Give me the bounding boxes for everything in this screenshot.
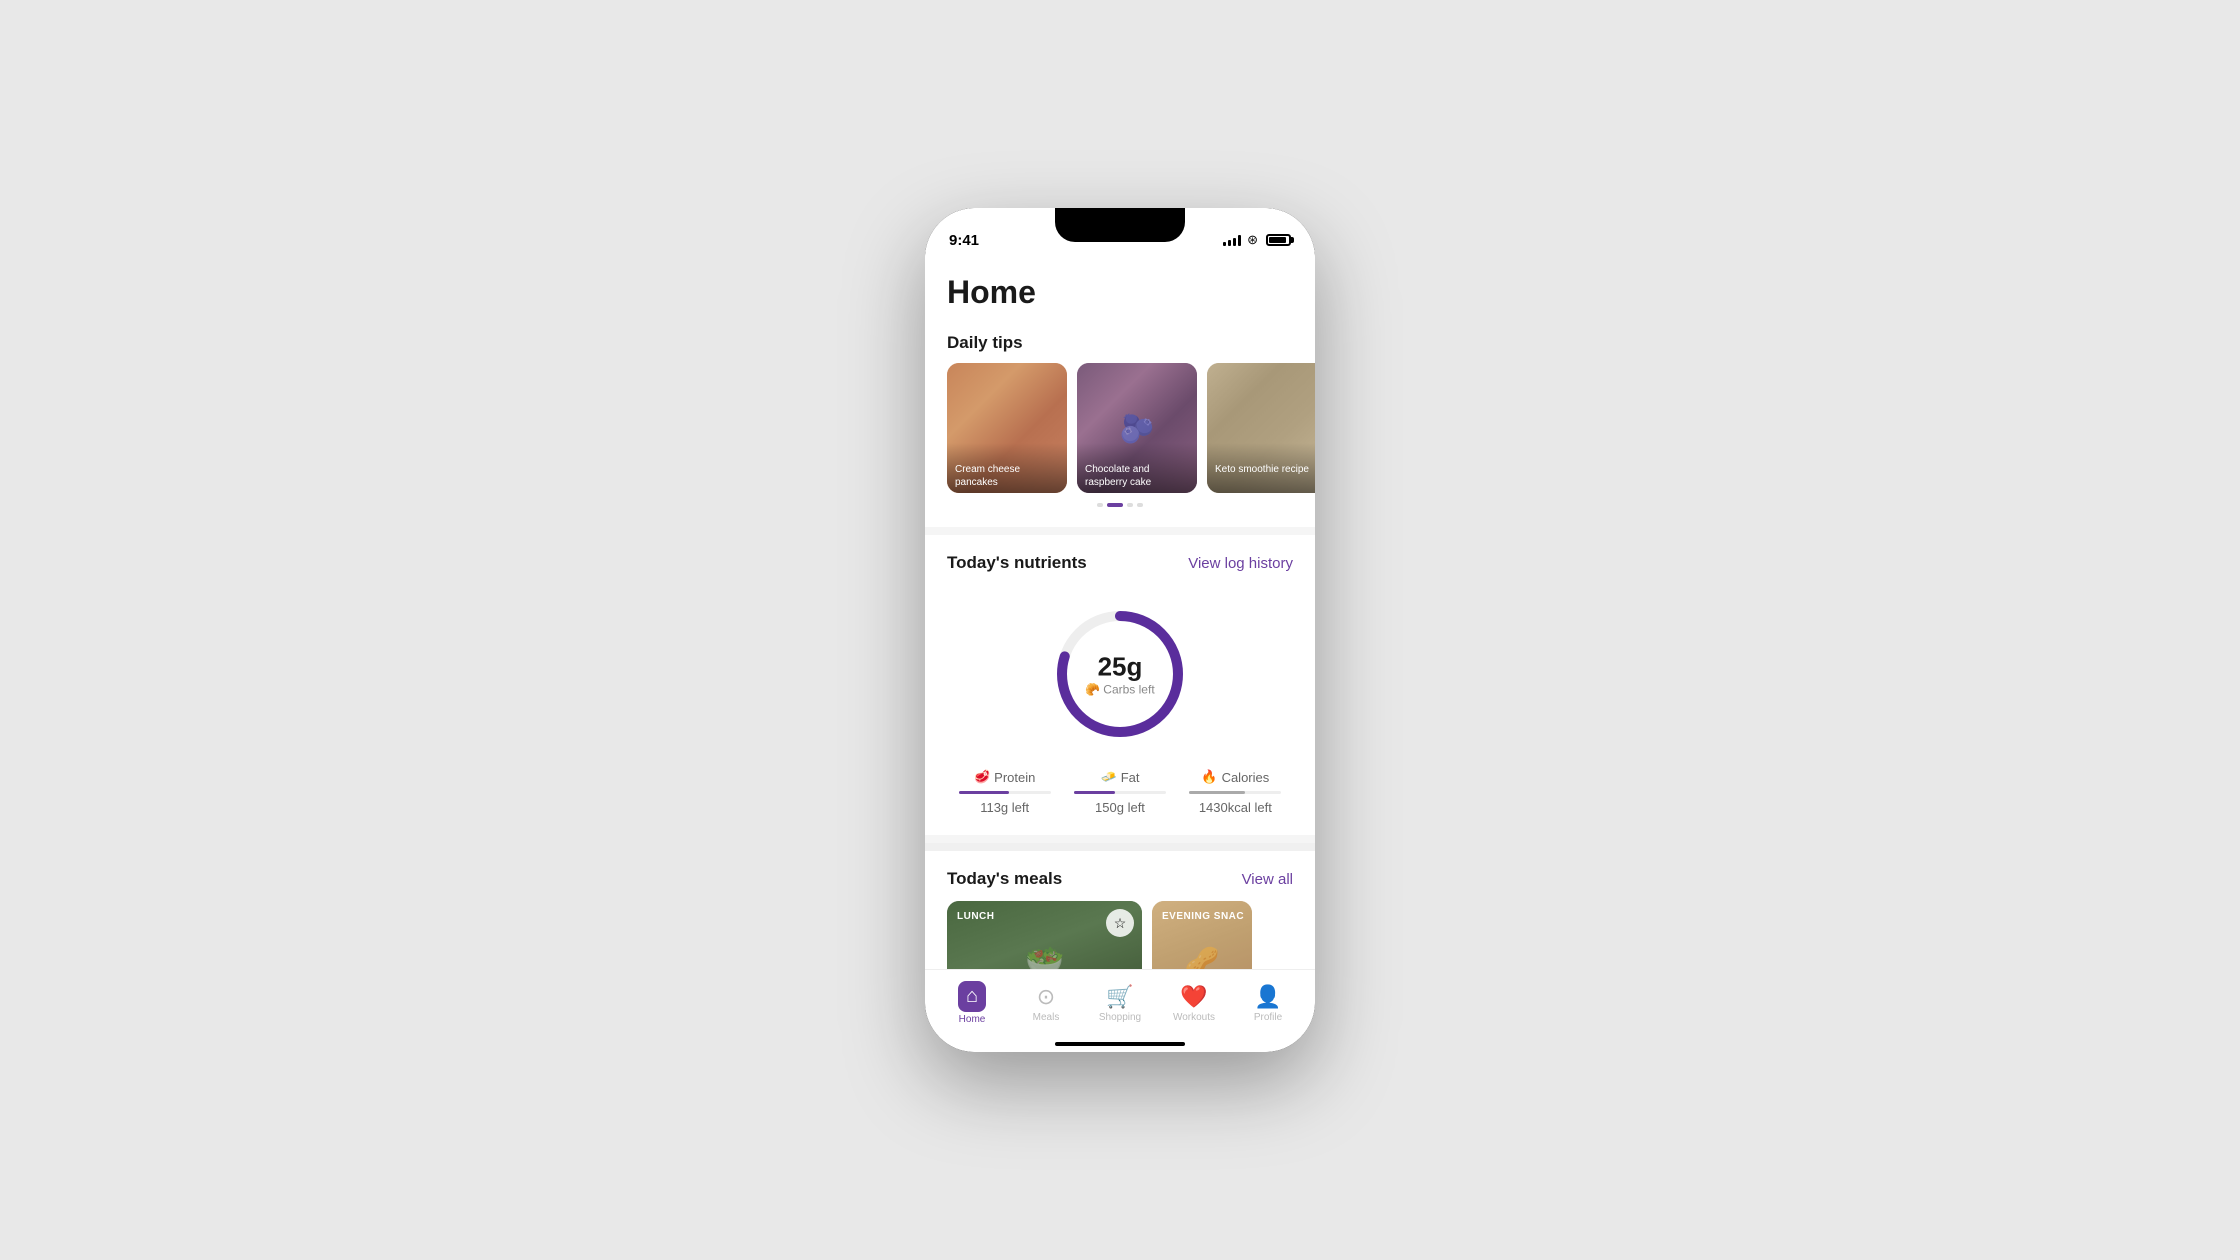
nav-workouts-label: Workouts [1173,1012,1215,1023]
donut-label-emoji: 🥐 [1085,683,1100,697]
nav-meals-label: Meals [1033,1012,1060,1023]
meals-icon: ⊙ [1037,984,1055,1010]
nav-profile-label: Profile [1254,1012,1282,1023]
nutrients-title: Today's nutrients [947,553,1087,573]
wifi-icon: ⊛ [1247,232,1258,248]
scroll-content[interactable]: Home Daily tips Cream cheese pancakes [925,258,1315,969]
tip-card-3[interactable]: Keto smoothie recipe [1207,363,1315,493]
protein-bar-bg [959,791,1051,794]
tip-card-3-label: Keto smoothie recipe [1215,463,1315,476]
fat-bar-fill [1074,791,1116,794]
home-icon: ⌂ [966,985,978,1007]
status-time: 9:41 [949,232,979,249]
fat-amount: 150g left [1095,800,1145,815]
calories-label: Calories [1222,770,1270,785]
nav-profile[interactable]: 👤 Profile [1231,984,1305,1023]
meal-card-evening-snack[interactable]: 🥜 EVENING SNAC [1152,901,1252,969]
nav-shopping[interactable]: 🛒 Shopping [1083,984,1157,1023]
nav-workouts[interactable]: ❤️ Workouts [1157,984,1231,1023]
fat-bar-bg [1074,791,1166,794]
donut-label: 🥐 Carbs left [1085,683,1154,697]
meal-evening-badge: EVENING SNAC [1162,911,1244,922]
daily-tips-title: Daily tips [947,333,1023,353]
protein-amount: 113g left [980,800,1029,815]
meals-section: Today's meals View all 🥗 LUNCH ☆ [925,851,1315,969]
profile-icon: 👤 [1254,984,1281,1010]
nutrient-fat-name: 🧈 Fat [1101,769,1140,785]
donut-center: 25g 🥐 Carbs left [1085,652,1154,697]
nutrient-bars: 🥩 Protein 113g left 🧈 Fat [947,769,1293,815]
scroll-dot-2 [1107,503,1123,507]
workouts-icon: ❤️ [1180,984,1207,1010]
page-title: Home [925,258,1315,319]
section-divider [925,843,1315,851]
calories-bar-bg [1189,791,1281,794]
tip-card-2-label: Chocolate and raspberry cake [1085,463,1189,489]
tip-card-1-label: Cream cheese pancakes [955,463,1059,489]
view-log-history-link[interactable]: View log history [1188,555,1293,572]
donut-value: 25g [1085,652,1154,683]
calories-bar-fill [1189,791,1244,794]
nutrients-header: Today's nutrients View log history [947,535,1293,589]
meal-card-lunch[interactable]: 🥗 LUNCH ☆ [947,901,1142,969]
home-icon-bg: ⌂ [958,981,986,1012]
fat-label: Fat [1121,770,1140,785]
donut-chart: 25g 🥐 Carbs left [1045,599,1195,749]
scroll-dot-3 [1127,503,1133,507]
notch [1055,208,1185,242]
nutrient-calories-name: 🔥 Calories [1201,769,1269,785]
protein-emoji: 🥩 [974,769,990,785]
meal-lunch-badge: LUNCH [957,911,995,922]
nutrients-section: Today's nutrients View log history 25g [925,535,1315,835]
bottom-nav: ⌂ Home ⊙ Meals 🛒 Shopping ❤️ Workouts 👤 … [925,969,1315,1052]
daily-tips-header: Daily tips [925,319,1315,363]
daily-tips-scroll[interactable]: Cream cheese pancakes 🫐 Chocolate and ra… [925,363,1315,493]
nav-home-label: Home [959,1014,986,1025]
meals-title: Today's meals [947,869,1062,889]
scroll-indicator [925,493,1315,511]
calories-amount: 1430kcal left [1199,800,1272,815]
nav-meals[interactable]: ⊙ Meals [1009,984,1083,1023]
tip-card-2[interactable]: 🫐 Chocolate and raspberry cake [1077,363,1197,493]
scroll-dot-4 [1137,503,1143,507]
title-section: Home Daily tips Cream cheese pancakes [925,258,1315,527]
meals-header: Today's meals View all [925,851,1315,901]
nav-shopping-label: Shopping [1099,1012,1141,1023]
nutrient-calories: 🔥 Calories 1430kcal left [1178,769,1293,815]
home-indicator [1055,1042,1185,1046]
meals-scroll[interactable]: 🥗 LUNCH ☆ 🥜 EVENING SNAC [925,901,1315,969]
meal-lunch-favorite[interactable]: ☆ [1106,909,1134,937]
tip-card-1[interactable]: Cream cheese pancakes [947,363,1067,493]
nutrient-fat: 🧈 Fat 150g left [1062,769,1177,815]
nutrient-protein: 🥩 Protein 113g left [947,769,1062,815]
view-all-meals-link[interactable]: View all [1242,871,1293,888]
fat-emoji: 🧈 [1101,769,1117,785]
donut-label-text: Carbs left [1103,683,1154,697]
protein-label: Protein [994,770,1035,785]
phone-screen: 9:41 ⊛ Home D [925,208,1315,1052]
nav-home[interactable]: ⌂ Home [935,981,1009,1025]
scroll-dot-1 [1097,503,1103,507]
protein-bar-fill [959,791,1010,794]
signal-bars-icon [1223,234,1241,246]
calories-emoji: 🔥 [1201,769,1217,785]
battery-icon [1266,234,1291,246]
nutrient-protein-name: 🥩 Protein [974,769,1035,785]
phone-frame: 9:41 ⊛ Home D [925,208,1315,1052]
shopping-icon: 🛒 [1106,984,1133,1010]
status-icons: ⊛ [1223,232,1291,248]
status-bar: 9:41 ⊛ [925,208,1315,258]
donut-chart-container: 25g 🥐 Carbs left [947,599,1293,749]
